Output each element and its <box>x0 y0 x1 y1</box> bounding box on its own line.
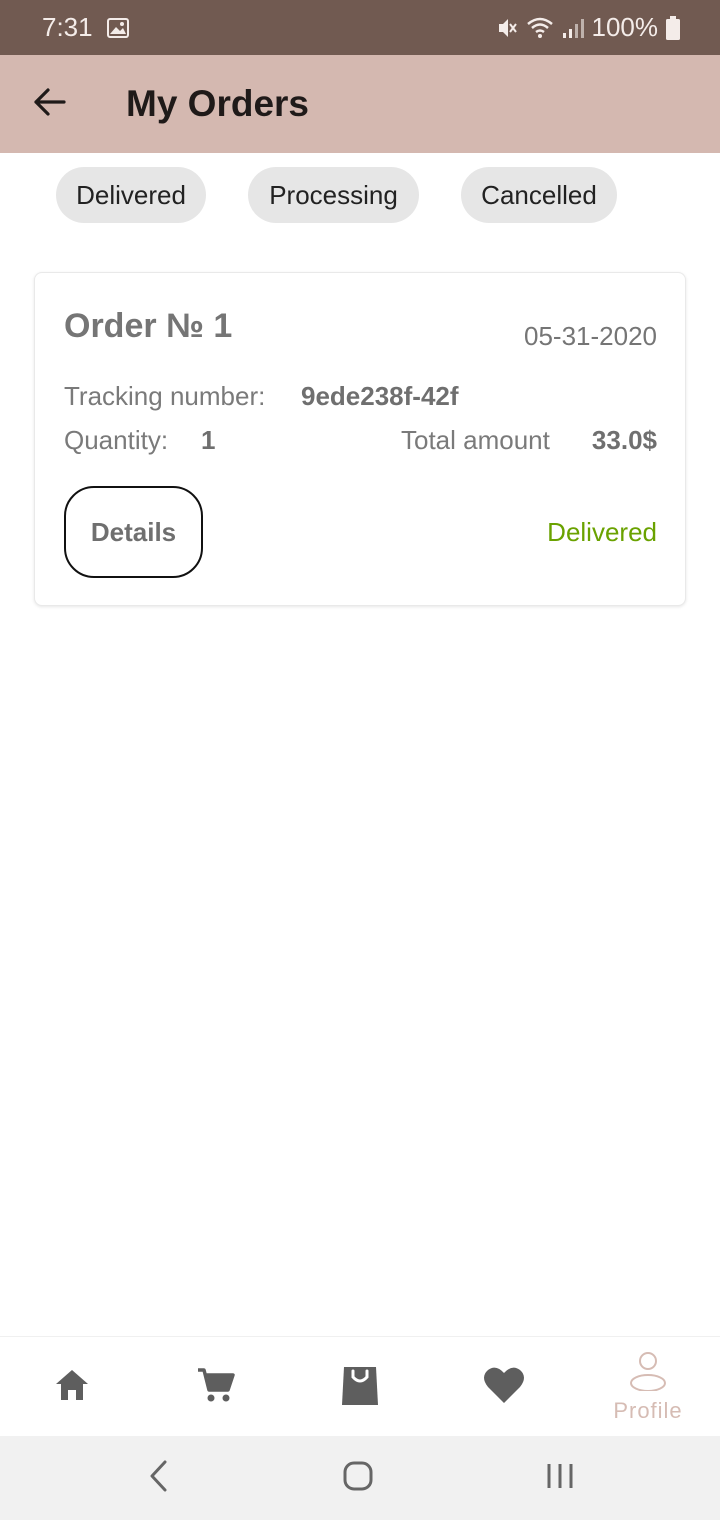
mute-icon <box>496 16 518 40</box>
tracking-label: Tracking number: <box>64 381 266 411</box>
nav-favorites[interactable] <box>432 1337 576 1437</box>
filter-chip-processing[interactable]: Processing <box>248 167 419 223</box>
status-time: 7:31 <box>42 12 93 42</box>
signal-icon <box>562 17 584 39</box>
back-icon <box>147 1459 169 1498</box>
total-amount-value: 33.0$ <box>591 425 657 455</box>
quantity-value: 1 <box>201 425 216 455</box>
page-title: My Orders <box>126 83 310 124</box>
system-nav-bar <box>0 1436 720 1520</box>
image-icon <box>106 17 129 38</box>
heart-icon <box>482 1365 526 1410</box>
nav-bag[interactable] <box>288 1337 432 1437</box>
home-icon <box>53 1367 91 1408</box>
system-home-button[interactable] <box>318 1448 398 1508</box>
nav-profile-label: Profile <box>613 1397 683 1423</box>
system-recent-apps-button[interactable] <box>520 1448 600 1508</box>
order-date: 05-31-2020 <box>524 321 657 351</box>
nav-profile[interactable]: Profile <box>576 1337 720 1437</box>
battery-percent: 100% <box>591 12 659 42</box>
back-button[interactable] <box>14 69 84 139</box>
filter-chip-delivered[interactable]: Delivered <box>56 167 206 223</box>
wifi-icon <box>526 17 554 39</box>
order-title: Order № 1 <box>64 307 233 345</box>
filter-chips: Delivered Processing Cancelled <box>0 167 720 223</box>
arrow-left-icon <box>32 87 66 122</box>
order-status: Delivered <box>547 517 657 547</box>
home-circle-icon <box>342 1460 374 1497</box>
status-right: 100% <box>496 12 680 43</box>
battery-icon <box>666 15 680 40</box>
order-card: Order № 1 05-31-2020 Tracking number: 9e… <box>34 272 686 606</box>
tracking-number: 9ede238f-42f <box>301 381 459 411</box>
recent-apps-icon <box>545 1461 575 1496</box>
filter-chip-cancelled[interactable]: Cancelled <box>461 167 617 223</box>
app-bar: My Orders <box>0 55 720 153</box>
details-button[interactable]: Details <box>64 486 203 578</box>
quantity-label: Quantity: <box>64 425 169 455</box>
status-bar: 7:31 100% <box>0 0 720 55</box>
bottom-nav: Profile <box>0 1336 720 1436</box>
nav-home[interactable] <box>0 1337 144 1437</box>
profile-icon <box>628 1351 668 1396</box>
cart-icon <box>196 1366 236 1409</box>
total-amount-label: Total amount <box>401 425 550 455</box>
system-back-button[interactable] <box>118 1448 198 1508</box>
status-left: 7:31 <box>42 12 129 43</box>
nav-cart[interactable] <box>144 1337 288 1437</box>
shopping-bag-icon <box>338 1363 382 1412</box>
